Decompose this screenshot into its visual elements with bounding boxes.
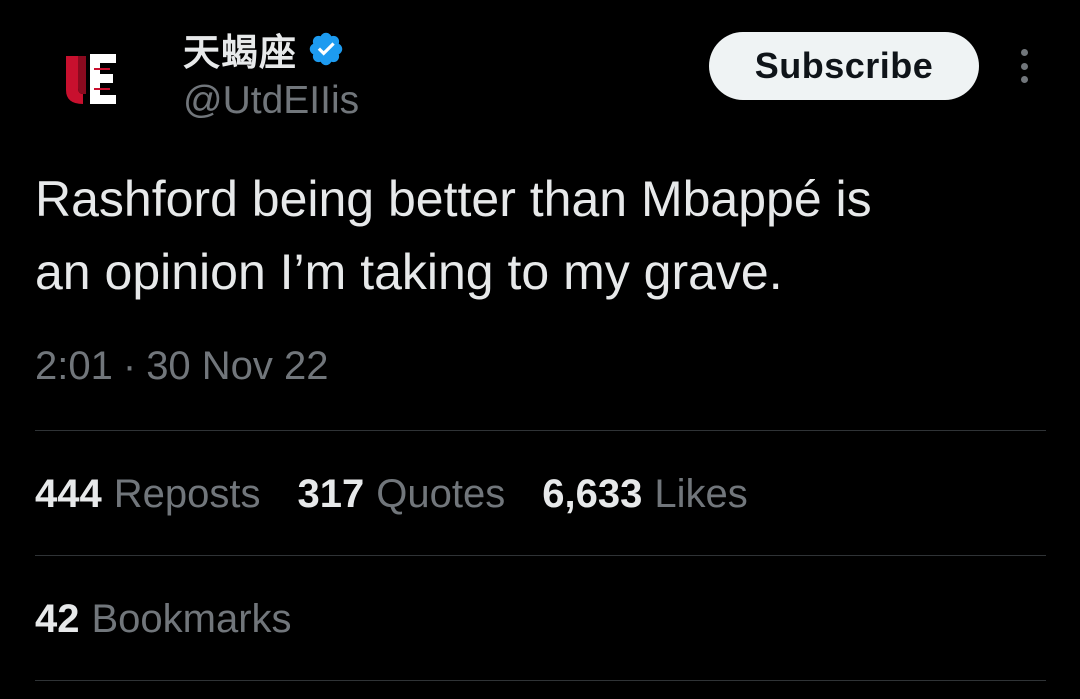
more-options-icon[interactable]	[1010, 46, 1038, 86]
avatar[interactable]	[52, 40, 130, 118]
reposts-label: Reposts	[113, 472, 261, 516]
quotes-stat[interactable]: 317 Quotes	[298, 472, 506, 517]
tweet-date[interactable]: 30 Nov 22	[146, 344, 328, 389]
tweet-text: Rashford being better than Mbappé is an …	[35, 171, 872, 300]
divider	[35, 430, 1046, 431]
author-display-name[interactable]: 天蝎座	[183, 22, 297, 76]
bookmarks-count: 42	[35, 597, 80, 641]
tweet-timestamp[interactable]: 2:01 · 30 Nov 22	[35, 344, 329, 389]
author-name-row[interactable]: 天蝎座	[183, 24, 345, 74]
more-dot	[1020, 76, 1028, 83]
reposts-count: 444	[35, 472, 102, 516]
author-handle[interactable]: @UtdEIIis	[183, 79, 359, 123]
quotes-count: 317	[297, 472, 365, 516]
divider	[35, 680, 1046, 681]
verified-badge-icon	[309, 32, 343, 66]
tweet-detail: 天蝎座 @UtdEIIis Subscribe Rashford being b…	[0, 0, 1080, 699]
more-dot	[1020, 49, 1028, 56]
engagement-stats: 444 Reposts 317 Quotes 6,633 Likes	[35, 472, 785, 517]
united-elite-logo-icon	[66, 54, 116, 104]
divider	[35, 555, 1046, 556]
more-dot	[1020, 62, 1028, 70]
likes-count: 6,633	[542, 472, 643, 516]
bookmarks-label: Bookmarks	[91, 597, 292, 641]
bookmarks-stat[interactable]: 42 Bookmarks	[35, 597, 329, 642]
likes-label: Likes	[654, 472, 748, 516]
tweet-time[interactable]: 2:01	[35, 344, 113, 389]
likes-stat[interactable]: 6,633 Likes	[542, 472, 748, 517]
reposts-stat[interactable]: 444 Reposts	[35, 472, 261, 517]
quotes-label: Quotes	[376, 472, 506, 516]
timestamp-separator: ·	[122, 344, 137, 388]
subscribe-button[interactable]: Subscribe	[709, 32, 979, 100]
